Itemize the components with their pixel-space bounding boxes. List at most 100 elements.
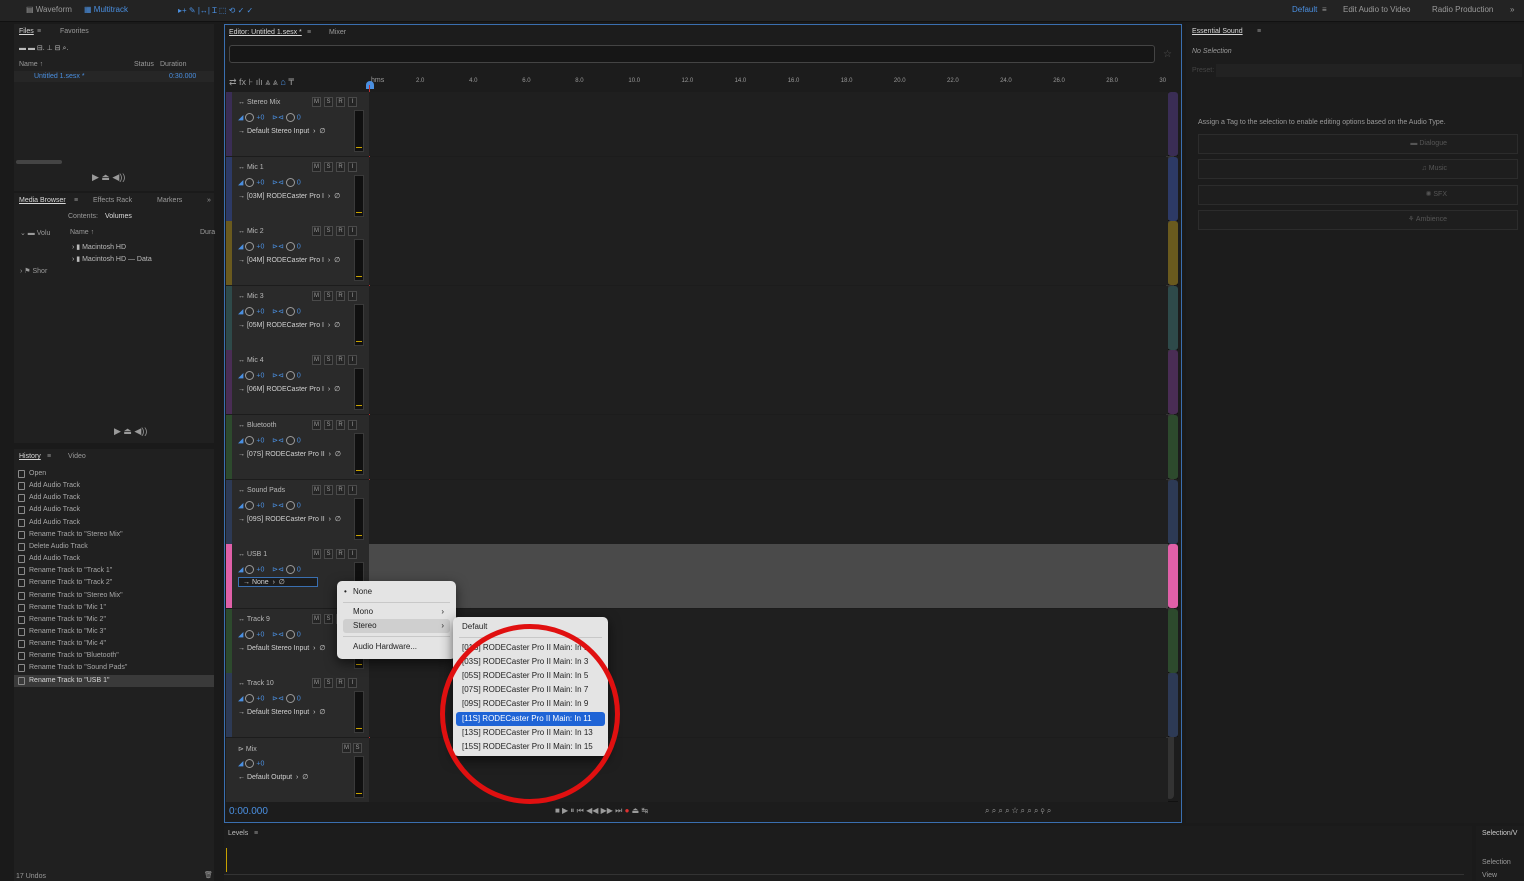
media-transport-icons[interactable]: ▶ ⏏ ◀)) xyxy=(114,426,147,437)
zoom-controls[interactable]: ⌕ ⌕ ⌕ ⌕ ☆ ⌕ ⌕ ⌕ ⚲ ⌕ xyxy=(985,806,1051,816)
waveform-view-button[interactable]: ▤ Waveform xyxy=(26,5,72,14)
track-name[interactable]: ↔ Mic 2 xyxy=(238,228,264,235)
pan-knob[interactable] xyxy=(285,500,295,510)
track[interactable]: ⊳ Mix M S ◢ +0 ← Default Output › ∅ xyxy=(226,738,1178,802)
input-selector[interactable]: → [07S] RODECaster Pro II › ∅ xyxy=(238,450,341,458)
record-arm-button[interactable]: R xyxy=(336,678,345,689)
record-arm-button[interactable]: R xyxy=(336,226,345,237)
history-item[interactable]: Add Audio Track xyxy=(18,480,214,492)
history-item[interactable]: Rename Track to "USB 1" xyxy=(14,674,214,687)
track-clip-area[interactable] xyxy=(369,544,1168,609)
volume-knob[interactable] xyxy=(245,306,255,316)
record-arm-button[interactable]: R xyxy=(336,420,345,430)
track[interactable]: ↔ Mic 4 M S R I ◢ +0 ⊳⊲ 0 → [06M] RODECaster Pro… xyxy=(226,350,1178,415)
solo-button[interactable]: S xyxy=(324,484,333,495)
zoom-star-icon[interactable]: ☆ xyxy=(1163,49,1172,60)
pan-knob[interactable] xyxy=(285,629,295,639)
solo-button[interactable]: S xyxy=(324,97,333,107)
record-arm-button[interactable]: R xyxy=(336,161,345,172)
ambience-button[interactable]: ⚘ Ambience xyxy=(1198,210,1518,230)
pan-knob[interactable] xyxy=(285,371,295,381)
tab-mixer[interactable]: Mixer xyxy=(329,29,346,36)
tab-files[interactable]: Files xyxy=(19,28,34,35)
history-item[interactable]: Add Audio Track xyxy=(18,517,214,529)
input-selector[interactable]: ← Default Output › ∅ xyxy=(238,773,308,781)
file-row[interactable]: Untitled 1.sesx * 0:30.000 xyxy=(14,71,214,82)
tab-markers[interactable]: Markers xyxy=(157,197,182,204)
solo-button[interactable]: S xyxy=(324,290,333,301)
record-arm-button[interactable]: R xyxy=(336,549,345,560)
input-monitor-button[interactable]: I xyxy=(348,678,357,689)
media-item-macintosh-hd[interactable]: › ▮ Macintosh HD xyxy=(72,243,126,251)
record-arm-button[interactable]: R xyxy=(336,290,345,301)
mute-button[interactable]: M xyxy=(312,420,321,430)
track-clip-area[interactable] xyxy=(369,285,1168,350)
track[interactable]: ↔ Stereo Mix M S R I ◢ +0 ⊳⊲ 0 → Default Stereo … xyxy=(226,92,1178,156)
track-clip-area[interactable] xyxy=(369,92,1168,156)
mute-button[interactable]: M xyxy=(312,226,321,237)
mute-button[interactable]: M xyxy=(312,290,321,301)
tab-favorites[interactable]: Favorites xyxy=(60,28,89,35)
workspace-default[interactable]: Default xyxy=(1292,5,1317,14)
mute-button[interactable]: M xyxy=(312,613,321,624)
track-name[interactable]: ↔ Stereo Mix xyxy=(238,99,280,106)
mute-button[interactable]: M xyxy=(342,743,351,753)
volume-knob[interactable] xyxy=(245,177,255,187)
input-monitor-button[interactable]: I xyxy=(348,420,357,430)
history-item[interactable]: Rename Track to "Bluetooth" xyxy=(18,650,214,662)
volume-pan-controls[interactable]: ◢ +0 xyxy=(238,759,264,768)
volume-knob[interactable] xyxy=(245,500,255,510)
transport-icons[interactable]: ▶ ⏏ ◀)) xyxy=(92,172,125,183)
menu-item-audio-hardware[interactable]: Audio Hardware... xyxy=(343,640,450,654)
menu-item-mono[interactable]: Mono › xyxy=(343,605,450,619)
solo-button[interactable]: S xyxy=(353,743,362,753)
history-item[interactable]: Rename Track to "Sound Pads" xyxy=(18,662,214,674)
workspace-edit-audio-to-video[interactable]: Edit Audio to Video xyxy=(1343,5,1410,14)
track-name[interactable]: ↔ Mic 3 xyxy=(238,293,264,300)
solo-button[interactable]: S xyxy=(324,678,333,689)
mute-button[interactable]: M xyxy=(312,355,321,366)
track-name[interactable]: ⊳ Mix xyxy=(238,745,257,753)
volume-pan-controls[interactable]: ◢ +0 ⊳⊲ 0 xyxy=(238,177,301,187)
volume-pan-controls[interactable]: ◢ +0 ⊳⊲ 0 xyxy=(238,500,301,510)
track[interactable]: ↔ Bluetooth M S R I ◢ +0 ⊳⊲ 0 → [07S] RODECaster… xyxy=(226,415,1178,479)
track-name[interactable]: ↔ Track 9 xyxy=(238,616,270,623)
sfx-button[interactable]: ✺ SFX xyxy=(1198,185,1518,205)
record-arm-button[interactable]: R xyxy=(336,97,345,107)
pan-knob[interactable] xyxy=(285,177,295,187)
tree-volumes[interactable]: ⌄ ▬ Volu xyxy=(20,229,50,237)
pan-knob[interactable] xyxy=(285,694,295,704)
multitrack-view-button[interactable]: ▦ Multitrack xyxy=(84,5,128,14)
tab-media-browser[interactable]: Media Browser xyxy=(19,197,66,204)
volume-pan-controls[interactable]: ◢ +0 ⊳⊲ 0 xyxy=(238,306,301,316)
volume-knob[interactable] xyxy=(245,565,255,575)
mute-button[interactable]: M xyxy=(312,678,321,689)
input-monitor-button[interactable]: I xyxy=(348,290,357,301)
track-clip-area[interactable] xyxy=(369,156,1168,221)
solo-button[interactable]: S xyxy=(324,549,333,560)
mute-button[interactable]: M xyxy=(312,549,321,560)
input-monitor-button[interactable]: I xyxy=(348,549,357,560)
overview-bar[interactable] xyxy=(229,45,1155,63)
editor-tool-icons[interactable]: ⇄ fx ⊦ ılı ⩓ ⩓ ⌂ ₸ xyxy=(229,77,294,88)
input-monitor-button[interactable]: I xyxy=(348,484,357,495)
horizontal-scrollbar[interactable] xyxy=(16,160,62,164)
track-clip-area[interactable] xyxy=(369,415,1168,479)
track-header[interactable]: ↔ Stereo Mix M S R I ◢ +0 ⊳⊲ 0 → Default Stereo … xyxy=(226,92,369,156)
track-name[interactable]: ↔ USB 1 xyxy=(238,551,267,558)
track-name[interactable]: ↔ Bluetooth xyxy=(238,422,277,429)
history-item[interactable]: Rename Track to "Track 2" xyxy=(18,577,214,589)
track-header[interactable]: ↔ Mic 1 M S R I ◢ +0 ⊳⊲ 0 → [03M] RODECaster Pro… xyxy=(226,156,369,221)
solo-button[interactable]: S xyxy=(324,613,333,624)
contents-dropdown[interactable]: Volumes xyxy=(105,213,132,220)
mute-button[interactable]: M xyxy=(312,97,321,107)
files-toolbar-icons[interactable]: ▬ ▬ ⊟. ⊥ ⊟ ⌕. xyxy=(19,44,68,53)
trash-icon[interactable]: 🗑 xyxy=(204,871,213,879)
history-item[interactable]: Rename Track to "Mic 2" xyxy=(18,614,214,626)
volume-knob[interactable] xyxy=(245,113,255,122)
track-header[interactable]: ↔ Mic 4 M S R I ◢ +0 ⊳⊲ 0 → [06M] RODECaster Pro… xyxy=(226,350,369,415)
volume-pan-controls[interactable]: ◢ +0 ⊳⊲ 0 xyxy=(238,565,301,575)
history-item[interactable]: Rename Track to "Stereo Mix" xyxy=(18,590,214,602)
volume-pan-controls[interactable]: ◢ +0 ⊳⊲ 0 xyxy=(238,436,301,445)
track-name[interactable]: ↔ Track 10 xyxy=(238,680,274,687)
